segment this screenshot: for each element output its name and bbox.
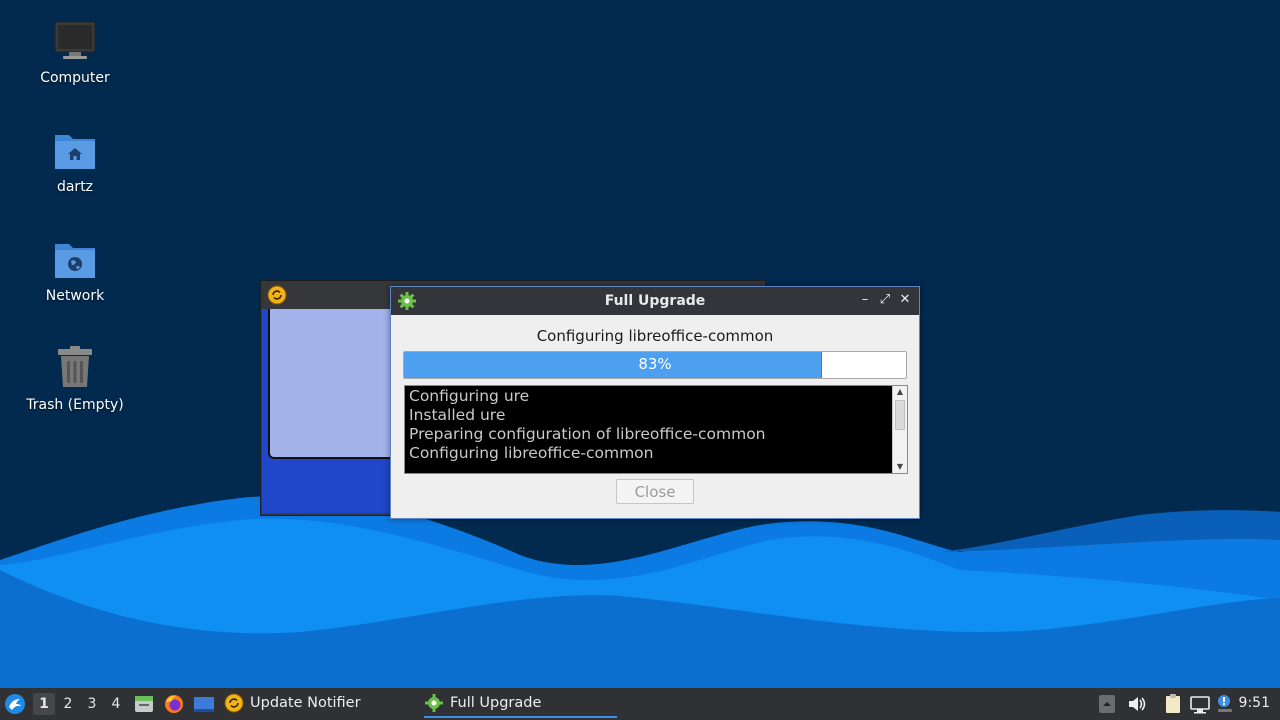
log-line: Configuring ure xyxy=(409,387,530,405)
desktop-icon-trash[interactable]: Trash (Empty) xyxy=(15,345,135,413)
desktop-icon-network[interactable]: Network xyxy=(15,236,135,304)
desktop-icon-computer[interactable]: Computer xyxy=(15,18,135,86)
full-upgrade-dialog[interactable]: Full Upgrade – ⤢ ✕ Configuring libreoffi… xyxy=(390,286,920,519)
gear-icon xyxy=(425,694,443,712)
log-output[interactable]: Configuring ure Installed ure Preparing … xyxy=(404,385,908,474)
progress-bar: 83% xyxy=(403,351,907,379)
trash-icon xyxy=(51,345,99,393)
workspace-3[interactable]: 3 xyxy=(81,693,103,715)
status-label: Configuring libreoffice-common xyxy=(536,327,774,345)
update-available-icon[interactable] xyxy=(1214,693,1236,715)
home-folder-icon xyxy=(51,127,99,175)
clipboard-icon[interactable] xyxy=(1162,693,1184,715)
close-button[interactable]: Close xyxy=(616,479,694,504)
log-line: Preparing configuration of libreoffice-c… xyxy=(409,425,766,443)
volume-icon[interactable] xyxy=(1126,693,1148,715)
notifier-panel xyxy=(268,309,396,459)
desktop-icon-label: Computer xyxy=(40,70,110,86)
lubuntu-logo-icon xyxy=(5,694,25,714)
desktop-icon-label: dartz xyxy=(56,179,94,195)
log-line: Configuring libreoffice-common xyxy=(409,444,654,462)
progress-text: 83% xyxy=(638,355,672,373)
taskbar: 1 2 3 4 Update Notifier Full Upgrade 9:5… xyxy=(0,688,1280,720)
desktop-icon-home[interactable]: dartz xyxy=(15,127,135,195)
monitor-icon xyxy=(51,18,99,66)
tray-expand-icon[interactable] xyxy=(1098,693,1120,715)
scroll-thumb[interactable] xyxy=(895,400,905,430)
file-manager-icon xyxy=(135,696,153,712)
update-notifier-icon xyxy=(224,693,244,713)
desktop-icon xyxy=(194,697,214,712)
start-menu-button[interactable] xyxy=(4,688,26,720)
log-scrollbar[interactable]: ▲ ▼ xyxy=(892,386,907,473)
dialog-titlebar[interactable]: Full Upgrade – ⤢ ✕ xyxy=(391,287,919,315)
workspace-1[interactable]: 1 xyxy=(33,693,55,715)
log-line: Installed ure xyxy=(409,406,506,424)
desktop-icon-label: Trash (Empty) xyxy=(26,397,124,413)
update-notifier-icon xyxy=(267,285,287,309)
network-status-icon[interactable] xyxy=(1189,693,1211,715)
network-folder-icon xyxy=(51,236,99,284)
desktop-icon-label: Network xyxy=(45,288,105,304)
firefox-icon xyxy=(165,695,183,713)
clock[interactable]: 9:51 xyxy=(1239,695,1270,711)
log-lines: Configuring ure Installed ure Preparing … xyxy=(409,387,891,463)
scroll-up-arrow-icon[interactable]: ▲ xyxy=(893,386,907,398)
maximize-button[interactable]: ⤢ xyxy=(876,291,894,309)
task-update-notifier[interactable]: Update Notifier xyxy=(224,688,414,718)
minimize-button[interactable]: – xyxy=(856,291,874,309)
task-label: Update Notifier xyxy=(250,695,361,711)
workspace-2[interactable]: 2 xyxy=(57,693,79,715)
workspace-4[interactable]: 4 xyxy=(105,693,127,715)
firefox-launcher[interactable] xyxy=(163,688,185,720)
file-manager-launcher[interactable] xyxy=(133,688,155,720)
show-desktop-button[interactable] xyxy=(193,688,215,720)
notifier-content xyxy=(262,309,396,513)
task-label: Full Upgrade xyxy=(450,695,542,711)
dialog-title: Full Upgrade xyxy=(604,293,706,309)
scroll-down-arrow-icon[interactable]: ▼ xyxy=(893,461,907,473)
close-window-button[interactable]: ✕ xyxy=(896,291,914,309)
task-full-upgrade[interactable]: Full Upgrade xyxy=(424,688,617,718)
